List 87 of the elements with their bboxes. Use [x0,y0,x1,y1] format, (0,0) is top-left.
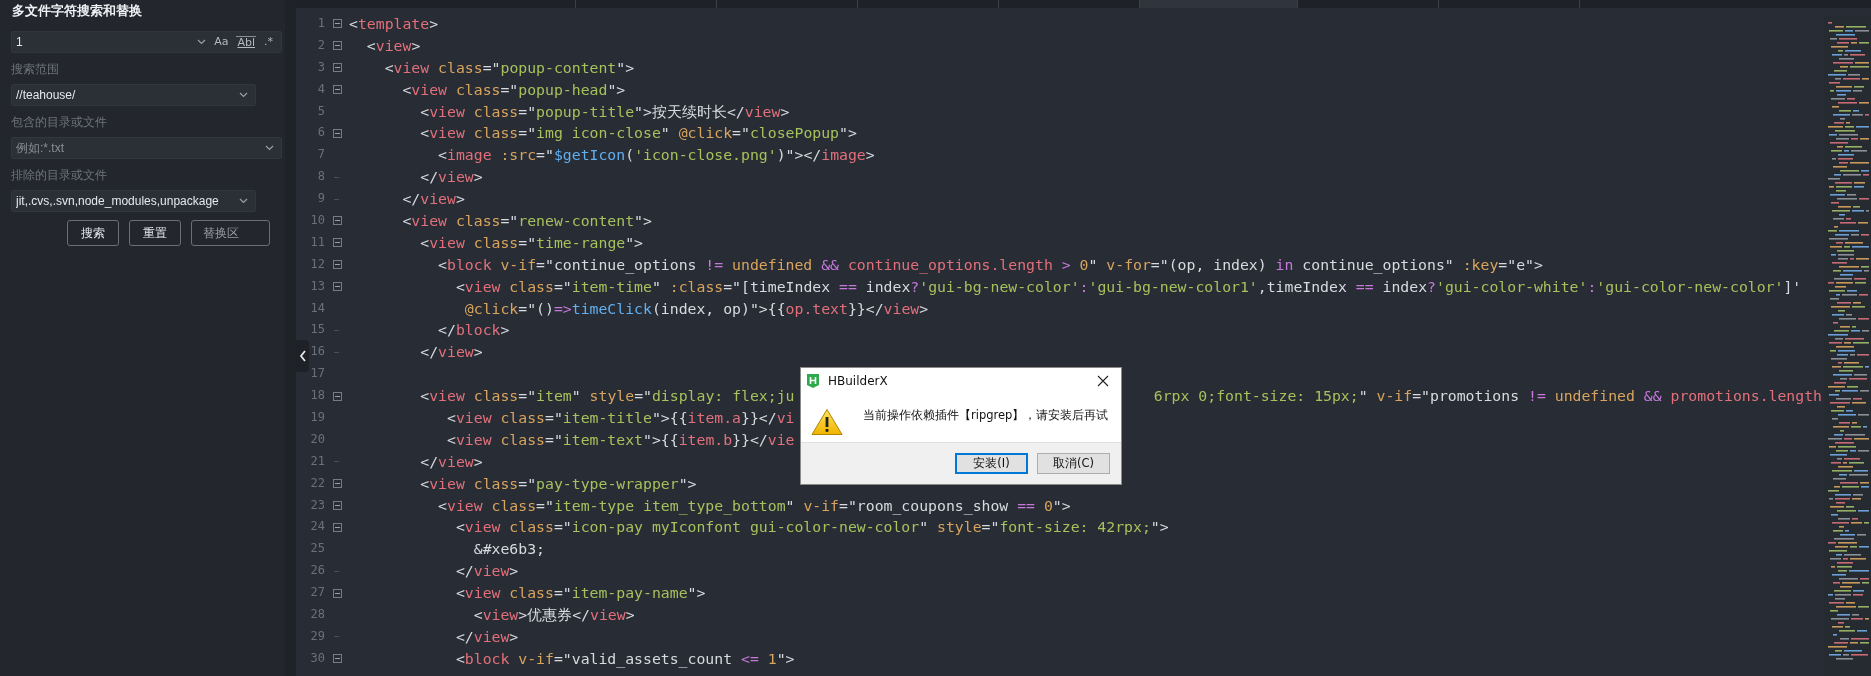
line-number: 7 [316,146,325,164]
code-text: <view class="pay-type-wrapper"> [419,473,697,494]
field-label: 搜索范围 [11,61,59,77]
collapse-button[interactable] [296,340,309,372]
code-text: <view class="item" style="display: flex;ju [419,386,795,407]
code-text: </view> [401,189,465,210]
line-number: 19 [310,409,325,427]
code-text: <view class="icon-pay myIconfont gui-color-new-color" style="font-size: 42rpx;"> [454,517,1169,538]
chevron-left-icon [298,350,307,362]
code-text: <view class="item-time" :class="[timeIndex == index?'gui-bg-new-color':'gui-bg-new-color1',timeIndex == index?'gui-color-white':'gui-color-new-color']' [454,276,1802,297]
dialog-button[interactable]: 安装(I) [955,453,1028,474]
code-text: <view class="renew-content"> [401,211,652,231]
editor-tab[interactable] [1140,0,1298,8]
code-text: <view class="popup-content"> [383,57,635,78]
code-text: 6rpx 0;font-size: 15px;" v-if="promotions != undefined && promotions.length [1153,386,1822,407]
option-toggle[interactable]: .* [263,36,274,48]
code-text: @click="()=>timeClick(index, op)">{{op.text}}</view> [463,298,929,319]
code-text: </view> [454,626,519,647]
code-text: <view class="img icon-close" @click="closePopup"> [419,123,857,144]
line-number: 14 [310,299,325,317]
line-number: 11 [310,233,325,251]
line-number: 8 [316,168,325,186]
dialog-title: HBuilderX [828,374,889,388]
line-number: 18 [310,387,325,405]
include-dropdown[interactable]: 例如:*.txt [11,137,282,159]
app-logo-icon [806,373,820,389]
line-number: 4 [316,80,325,98]
code-text: <block v-if="continue_options != undefined && continue_options.length > 0" v-for="(op, index) in continue_options" :key="e"> [437,254,1543,276]
code-text: <block v-if="valid_assets_count <= 1"> [454,648,795,670]
code-text: <view class="popup-title">按天续时长</view> [419,101,790,122]
code-text: </view> [454,561,519,582]
code-text: <view class="time-range"> [419,232,644,253]
code-text: </view> [419,342,483,363]
code-text: <template> [349,14,439,34]
dialog-button[interactable]: 取消(C) [1037,453,1110,474]
line-number: 23 [310,496,325,514]
option-toggle[interactable]: Abl [236,35,256,49]
panel-button[interactable]: 搜索 [67,220,119,246]
chevron-down-icon [197,39,207,45]
field-label: 包含的目录或文件 [11,114,107,130]
code-text: <view class="item-pay-name"> [454,583,706,604]
chevron-down-icon [239,92,248,98]
field-label: 排除的目录或文件 [11,167,107,183]
line-number: 21 [310,452,325,470]
line-number: 29 [310,627,325,645]
line-number: 12 [310,255,325,273]
exclude-dropdown[interactable]: jit,.cvs,.svn,node_modules,unpackage [11,190,256,212]
panel-title: 多文件字符搜索和替换 [12,2,142,20]
line-number: 25 [310,540,325,558]
code-text: <view class="item-type item_type_bottom" v-if="room_coupons_show == 0"> [437,495,1071,517]
line-number: 22 [310,474,325,492]
line-number: 6 [316,124,325,142]
code-text: <image :src="$getIcon('icon-close.png')"></image> [437,145,875,166]
code-text: <view> [365,35,421,56]
option-toggle[interactable]: Aa [213,36,230,48]
line-number: 10 [310,212,325,229]
line-number: 27 [310,584,325,602]
code-text: <view class="popup-head"> [401,79,626,100]
chevron-down-icon [239,198,248,204]
code-text: &#xe6b3; [472,539,545,560]
close-icon [1097,375,1109,387]
code-text: </view> [419,451,483,472]
line-number: 9 [316,190,325,208]
code-text: <view>优惠券</view> [472,605,635,626]
line-number: 1 [316,15,325,32]
line-number: 5 [316,102,325,120]
line-number: 15 [310,321,325,339]
line-number: 30 [310,649,325,667]
chevron-down-icon [265,145,274,151]
line-number: 26 [310,562,325,580]
line-number: 13 [310,277,325,295]
code-text: </view> [419,167,483,188]
line-number: 3 [316,58,325,76]
warning-icon [811,408,843,436]
code-text: <view class="item-title">{{item.a}}</vi [446,408,795,429]
line-number: 16 [310,343,325,361]
panel-button[interactable]: 重置 [129,220,181,246]
code-text: <view class="item-text">{{item.b}}</vie [446,429,795,450]
line-number: 24 [310,518,325,536]
line-number: 2 [316,36,325,54]
line-number: 20 [310,430,325,448]
scope-dropdown[interactable]: //teahouse/ [11,84,256,106]
line-number: 28 [310,606,325,624]
replace-toggle-button[interactable]: 替换区 [191,220,270,246]
line-number: 17 [310,365,325,383]
dialog-message: 当前操作依赖插件【ripgrep】，请安装后再试 [863,407,1109,423]
code-text: </block> [437,320,510,341]
